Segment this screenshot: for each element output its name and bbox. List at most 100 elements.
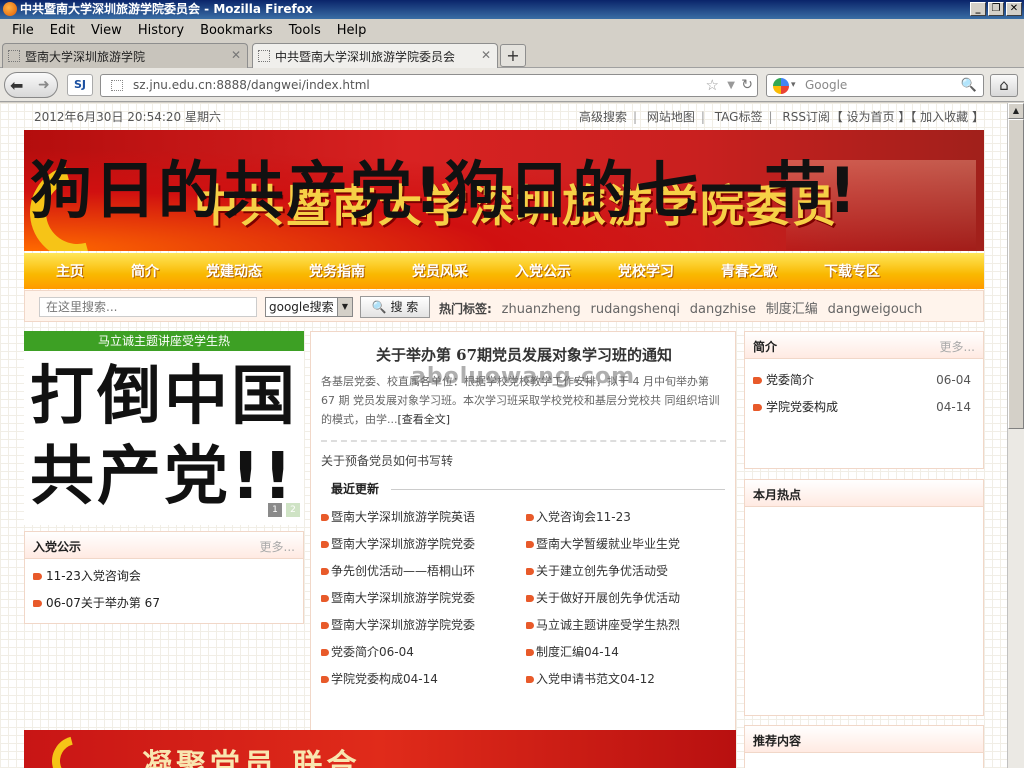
scroll-up-arrow-icon[interactable]: ▲ [1008,103,1024,119]
menu-file[interactable]: File [4,23,42,38]
nav-home[interactable]: 主页 [56,261,84,281]
site-identity-icon[interactable]: SJ [67,74,93,96]
menu-edit[interactable]: Edit [42,23,83,38]
menu-history[interactable]: History [130,23,192,38]
bookmark-star-icon[interactable]: ☆ [706,75,719,96]
hot-tag[interactable]: dangzhise [690,302,756,317]
hot-tag[interactable]: rudangshenqi [591,302,680,317]
list-item[interactable]: 11-23入党咨询会 [33,563,295,590]
set-home-favorite-links[interactable]: 【 设为首页 】【 加入收藏 】 [831,108,984,125]
more-link[interactable]: 更多... [940,338,975,355]
nav-party-news[interactable]: 党建动态 [206,261,262,281]
list-item-label: 暨南大学深圳旅游学院党委 [331,618,476,632]
site-search-input[interactable]: 在这里搜索... [39,297,257,317]
back-arrow-icon[interactable]: ⬅ [10,76,23,95]
dropdown-arrow-icon[interactable]: ▼ [337,298,352,316]
search-icon[interactable]: 🔍 [961,75,977,96]
list-item[interactable]: 06-07关于举办第 67 [33,590,295,617]
hot-tag[interactable]: zhuanzheng [502,302,581,317]
list-item[interactable]: 入党咨询会11-23 [526,504,731,531]
tab-close-icon[interactable]: ✕ [231,48,241,62]
slideshow[interactable]: 马立诚主题讲座受学生热 打倒中国 共产党!! 1 2 [24,331,304,525]
nav-party-guide[interactable]: 党务指南 [309,261,365,281]
home-button[interactable]: ⌂ [990,74,1018,97]
slide-dot[interactable]: 1 [268,503,282,517]
bullet-icon [526,541,534,548]
menu-tools[interactable]: Tools [281,23,329,38]
top-links: 高级搜索 | 网站地图 | TAG标签 | RSS订阅 [576,108,833,125]
list-item[interactable]: 争先创优活动——梧桐山环 [321,558,526,585]
nav-intro[interactable]: 简介 [131,261,159,281]
box-title: 推荐内容 [753,734,802,748]
tab-close-icon[interactable]: ✕ [481,48,491,62]
headline-title[interactable]: 关于举办第 67期党员发展对象学习班的通知 [311,344,737,365]
nav-joining-notice[interactable]: 入党公示 [515,261,571,281]
url-text: sz.jnu.edu.cn:8888/dangwei/index.html [133,78,370,92]
link-sitemap[interactable]: 网站地图 [647,110,695,124]
list-item[interactable]: 马立诚主题讲座受学生热烈 [526,612,731,639]
list-item-date: 06-04 [936,373,971,387]
tab-jnu-tourism[interactable]: 暨南大学深圳旅游学院 ✕ [2,43,248,68]
list-item[interactable]: 学院党委构成04-14 [753,394,975,421]
list-item[interactable]: 暨南大学深圳旅游学院党委 [321,585,526,612]
list-item[interactable]: 制度汇编04-14 [526,639,731,666]
nav-downloads[interactable]: 下载专区 [824,261,880,281]
minimize-button[interactable]: _ [970,2,986,16]
list-item[interactable]: 暨南大学深圳旅游学院党委 [321,531,526,558]
firefox-icon [3,2,17,16]
vertical-scrollbar[interactable]: ▲ [1007,103,1024,768]
center-column: 关于举办第 67期党员发展对象学习班的通知 各基层党委、校直属各单位：根据学校党… [310,331,736,768]
bullet-icon [526,568,534,575]
box-title: 入党公示 [33,540,82,554]
list-item[interactable]: 党委简介06-04 [321,639,526,666]
forward-arrow-icon[interactable]: ➜ [38,77,50,93]
list-item[interactable]: 暨南大学暂缓就业毕业生党 [526,531,731,558]
bullet-icon [321,649,329,656]
tab-party-committee[interactable]: 中共暨南大学深圳旅游学院委员会 ✕ [252,43,498,68]
new-tab-button[interactable]: + [500,44,526,67]
list-item[interactable]: 关于做好开展创先争优活动 [526,585,731,612]
list-item[interactable]: 暨南大学深圳旅游学院党委 [321,612,526,639]
url-bar[interactable]: sz.jnu.edu.cn:8888/dangwei/index.html ☆ … [100,74,758,97]
sub-headline-link[interactable]: 关于预备党员如何书写转 [321,452,453,469]
nav-youth[interactable]: 青春之歌 [721,261,777,281]
slide-dot[interactable]: 2 [286,503,300,517]
list-item[interactable]: 入党申请书范文04-12 [526,666,731,693]
link-tags[interactable]: TAG标签 [715,110,763,124]
google-icon[interactable] [773,78,789,94]
hot-tag[interactable]: dangweigouch [828,302,923,317]
slideshow-caption[interactable]: 马立诚主题讲座受学生热 [24,331,304,351]
hot-tag[interactable]: 制度汇编 [766,302,818,317]
list-item-label: 暨南大学暂缓就业毕业生党 [536,537,681,551]
bullet-icon [526,649,534,656]
list-item[interactable]: 学院党委构成04-14 [321,666,526,693]
list-item[interactable]: 关于建立创先争优活动受 [526,558,731,585]
engine-dropdown-icon[interactable]: ▾ [791,75,796,96]
list-item-label: 制度汇编04-14 [536,645,619,659]
nav-party-school[interactable]: 党校学习 [618,261,674,281]
menu-view[interactable]: View [83,23,130,38]
separator: | [700,110,705,124]
box-title: 简介 [753,340,778,354]
close-button[interactable]: ✕ [1006,2,1022,16]
current-datetime: 2012年6月30日 20:54:20 星期六 [34,110,221,124]
search-engine-select[interactable]: google搜索 ▼ [265,297,353,317]
restore-button[interactable]: ❐ [988,2,1004,16]
page-icon [8,50,20,62]
list-item[interactable]: 党委简介06-04 [753,367,975,394]
scrollbar-thumb[interactable] [1008,119,1024,429]
site-banner: 中共暨南大学深圳旅游学院委员 狗日的共产党!狗日的七一节! [24,130,984,251]
link-rss[interactable]: RSS订阅 [782,110,830,124]
read-more-link[interactable]: [查看全文] [398,413,451,426]
menubar: File Edit View History Bookmarks Tools H… [0,19,1024,41]
nav-members[interactable]: 党员风采 [412,261,468,281]
history-dropdown-icon[interactable]: ▼ [727,75,735,96]
search-bar[interactable]: ▾ Google 🔍 [766,74,984,97]
menu-bookmarks[interactable]: Bookmarks [192,23,281,38]
link-advanced-search[interactable]: 高级搜索 [579,110,627,124]
menu-help[interactable]: Help [329,23,375,38]
list-item[interactable]: 暨南大学深圳旅游学院英语 [321,504,526,531]
reload-icon[interactable]: ↻ [741,75,753,96]
more-link[interactable]: 更多... [260,538,295,555]
site-search-button[interactable]: 🔍 搜 索 [360,296,430,318]
